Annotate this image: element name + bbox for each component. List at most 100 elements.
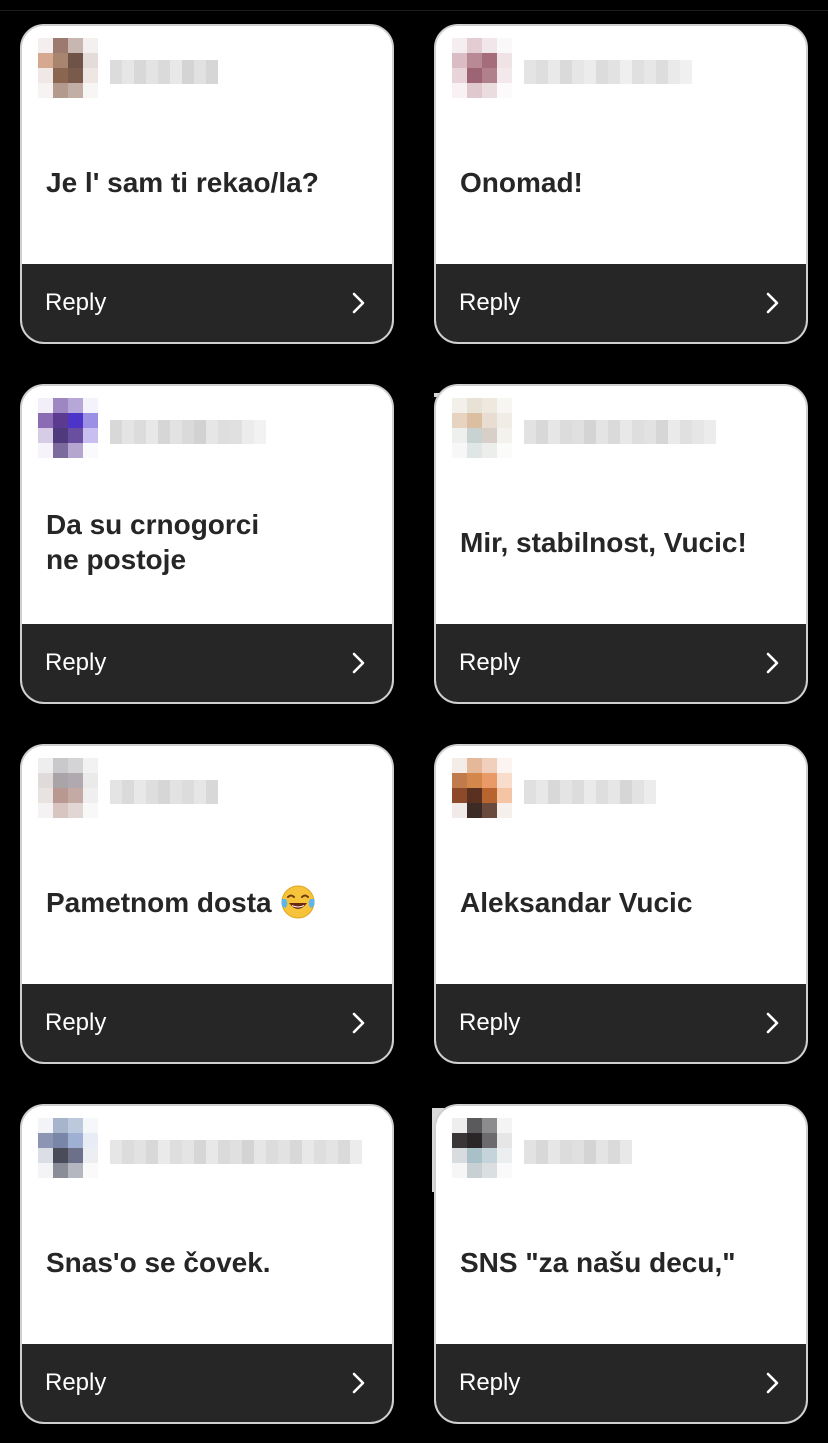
reply-button[interactable]: Reply [22,984,392,1062]
username-pixel [206,60,218,84]
reply-label: Reply [45,289,107,316]
username-pixel [632,780,644,804]
avatar-pixel [452,1148,467,1163]
message-label: Da su crnogorci ne postoje [46,509,260,575]
avatar-pixel [497,1163,512,1178]
reply-button[interactable]: Reply [22,624,392,702]
avatar-pixel [482,1163,497,1178]
username-pixel [314,1140,326,1164]
reply-button[interactable]: Reply [436,1344,806,1422]
avatar-pixel [53,1163,68,1178]
chevron-right-icon [766,1372,779,1394]
avatar-pixel [83,773,98,788]
message-label: Pametnom dosta [46,886,272,918]
avatar-pixel [68,803,83,818]
avatar-pixel [482,38,497,53]
message-text: Onomad! [460,126,788,238]
username-pixel [158,1140,170,1164]
avatar-pixel [83,1163,98,1178]
message-label: Mir, stabilnost, Vucic! [460,526,747,558]
reply-card[interactable]: Onomad! Reply [434,24,808,344]
avatar-pixel [497,413,512,428]
avatar-pixel [497,68,512,83]
username-pixel [668,60,680,84]
avatar-pixel [467,803,482,818]
avatar-pixel [452,773,467,788]
reply-button[interactable]: Reply [436,984,806,1062]
avatar-pixel [452,428,467,443]
avatar-pixel [38,1163,53,1178]
reply-card[interactable]: SNS "za našu decu," Reply [434,1104,808,1424]
username-pixel [584,780,596,804]
username-pixel [548,420,560,444]
username-pixel [266,1140,278,1164]
username-pixel [656,60,668,84]
username-pixel [548,60,560,84]
username-pixel [134,780,146,804]
avatar-pixel [467,1148,482,1163]
username-pixel [122,780,134,804]
username-pixel [158,780,170,804]
avatar-pixel [68,1148,83,1163]
avatar-pixel [482,83,497,98]
username-pixel [572,60,584,84]
avatar-pixel [53,68,68,83]
avatar [38,38,98,98]
avatar-pixel [68,38,83,53]
reply-button[interactable]: Reply [436,624,806,702]
message-text: Mir, stabilnost, Vucic! [460,486,788,598]
username-pixel [242,420,254,444]
reply-button[interactable]: Reply [22,1344,392,1422]
avatar-pixel [38,758,53,773]
username-pixel [158,60,170,84]
avatar-pixel [497,1148,512,1163]
reply-button[interactable]: Reply [436,264,806,342]
reply-card[interactable]: Snas'o se čovek. Reply [20,1104,394,1424]
reply-label: Reply [459,289,521,316]
username-pixel [560,1140,572,1164]
username-pixel [596,780,608,804]
reply-card[interactable]: Je l' sam ti rekao/la? Reply [20,24,394,344]
avatar-pixel [482,803,497,818]
username-pixel [632,420,644,444]
username-pixel [608,60,620,84]
avatar-pixel [53,758,68,773]
reply-label: Reply [459,1009,521,1036]
username-pixel [206,1140,218,1164]
reply-card[interactable]: Mir, stabilnost, Vucic! Reply [434,384,808,704]
message-text: Je l' sam ti rekao/la? [46,126,374,238]
username-pixel [338,1140,350,1164]
reply-card[interactable]: Pametnom dosta Reply [20,744,394,1064]
chevron-right-icon [352,292,365,314]
avatar [452,758,512,818]
avatar-pixel [467,53,482,68]
avatar-pixel [83,38,98,53]
avatar-pixel [68,758,83,773]
username-pixel [206,420,218,444]
reply-card[interactable]: Aleksandar Vucic Reply [434,744,808,1064]
username-pixel [620,780,632,804]
username-pixel [704,420,716,444]
avatar-pixel [452,443,467,458]
reply-card[interactable]: Da su crnogorci ne postoje Reply [20,384,394,704]
avatar-pixel [83,398,98,413]
avatar-pixel [482,53,497,68]
avatar-pixel [467,38,482,53]
avatar-pixel [83,803,98,818]
avatar-pixel [53,773,68,788]
avatar-pixel [68,443,83,458]
username-pixel [230,1140,242,1164]
username-pixel [620,1140,632,1164]
avatar [452,398,512,458]
username-pixel [158,420,170,444]
username-pixel [608,780,620,804]
avatar-pixel [38,83,53,98]
avatar-pixel [38,803,53,818]
avatar-pixel [53,443,68,458]
message-label: SNS "za našu decu," [460,1246,736,1278]
card-content: Pametnom dosta [22,746,392,986]
avatar-pixel [38,428,53,443]
username-pixel [656,420,668,444]
reply-button[interactable]: Reply [22,264,392,342]
username-pixel [524,1140,536,1164]
